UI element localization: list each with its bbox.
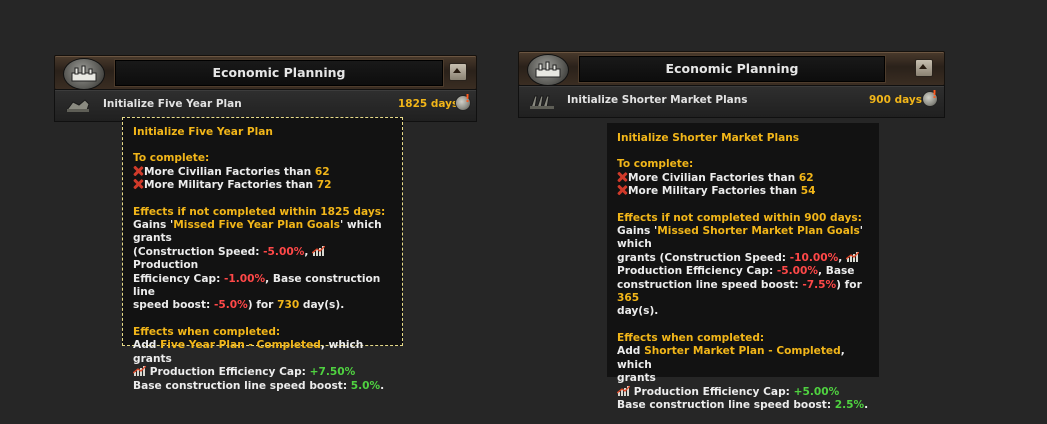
clock-icon: ! [922,88,938,107]
decision-tooltip-left: Initialize Five Year Plan To complete: M… [122,117,403,392]
decision-category-panel-right: Economic Planning Initialize Shorter Mar… [518,51,945,125]
economy-emblem-icon [527,54,569,86]
unmet-cross-icon [617,185,627,195]
collapse-button[interactable] [449,63,467,81]
decision-label: Initialize Five Year Plan [103,98,242,110]
unmet-cross-icon [617,172,627,182]
fail-effects-heading: Effects if not completed within 1825 day… [133,205,386,218]
complete-effects-heading: Effects when completed: [617,331,765,344]
category-title: Economic Planning [579,56,885,82]
category-header: Economic Planning [518,51,945,86]
decision-tooltip-right: Initialize Shorter Market Plans To compl… [607,123,879,411]
unmet-cross-icon [133,179,143,189]
requirement-civilian: More Civilian Factories than 62 [133,166,392,179]
requirement-military: More Military Factories than 72 [133,179,392,192]
requirement-civilian: More Civilian Factories than 62 [617,172,869,185]
decision-row[interactable]: Initialize Shorter Market Plans 900 days… [518,85,945,118]
production-chart-icon [617,385,630,396]
fail-effects-text: Gains 'Missed Shorter Market Plan Goals'… [617,225,864,318]
tooltip-title: Initialize Shorter Market Plans [617,132,800,144]
collapse-button[interactable] [915,59,933,77]
warning-icon: ! [932,88,938,101]
warning-icon: ! [465,92,471,105]
decision-label: Initialize Shorter Market Plans [567,94,748,106]
to-complete-heading: To complete: [617,158,694,171]
production-chart-icon [845,251,859,262]
decision-days: 900 days [869,94,922,106]
fail-effects-text: Gains 'Missed Five Year Plan Goals' whic… [133,219,382,312]
complete-effects-heading: Effects when completed: [133,325,281,338]
category-title: Economic Planning [115,60,443,86]
decision-days: 1825 days [398,98,459,110]
complete-effects-text: Add Five Year Plan - Completed, which gr… [133,339,385,392]
fail-effects-heading: Effects if not completed within 900 days… [617,211,862,224]
clock-icon: ! [455,92,471,111]
decision-icon [66,99,90,112]
unmet-cross-icon [133,166,143,176]
production-chart-icon [133,366,146,377]
decision-category-panel-left: Economic Planning Initialize Five Year P… [54,55,477,123]
tooltip-title: Initialize Five Year Plan [133,126,273,138]
to-complete-heading: To complete: [133,152,210,165]
complete-effects-text: Add Shorter Market Plan - Completed, whi… [617,345,869,411]
requirement-military: More Military Factories than 54 [617,185,869,198]
economy-emblem-icon [63,58,105,90]
category-header: Economic Planning [54,55,477,90]
decision-icon [530,95,554,109]
production-chart-icon [312,245,326,256]
